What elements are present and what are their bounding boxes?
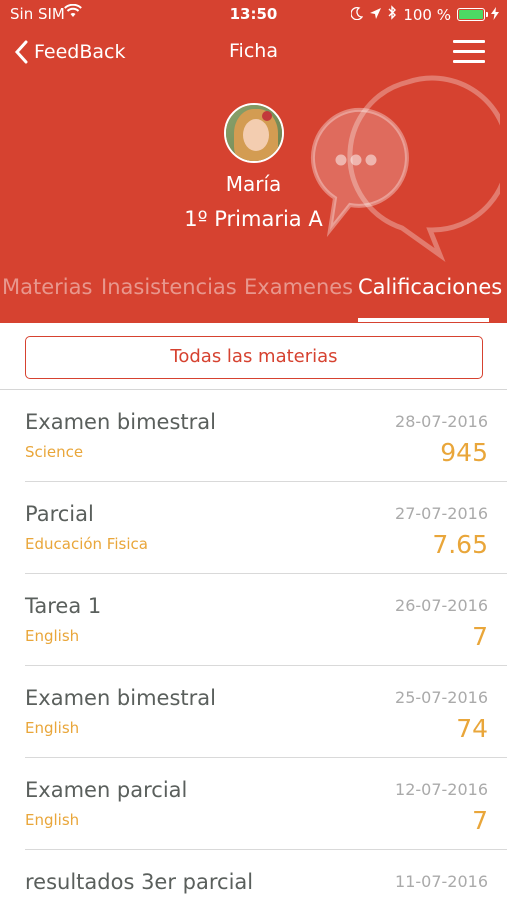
status-right-group: 100 % bbox=[350, 5, 499, 24]
grade-date: 11-07-2016 bbox=[395, 872, 488, 891]
grade-value: 7 bbox=[472, 806, 488, 835]
student-class: 1º Primaria A bbox=[184, 207, 323, 231]
avatar bbox=[224, 103, 284, 163]
grade-row[interactable]: Parcial Educación Fisica 27-07-2016 7.65 bbox=[25, 482, 507, 574]
grade-subject: English bbox=[25, 627, 80, 645]
hamburger-menu-icon[interactable] bbox=[453, 40, 485, 64]
tab-inasistencias[interactable]: Inasistencias bbox=[101, 275, 237, 299]
active-tab-indicator bbox=[358, 318, 489, 322]
chevron-left-icon bbox=[14, 40, 28, 64]
moon-icon bbox=[350, 6, 364, 24]
grade-title: Examen bimestral bbox=[25, 410, 216, 434]
back-button[interactable]: FeedBack bbox=[14, 36, 125, 68]
back-label: FeedBack bbox=[34, 41, 126, 63]
bluetooth-icon bbox=[388, 5, 397, 24]
grade-title: Examen bimestral bbox=[25, 686, 216, 710]
grades-list: Examen bimestral Science 28-07-2016 945 … bbox=[0, 390, 507, 900]
chat-bubbles-icon bbox=[311, 75, 500, 262]
grade-date: 27-07-2016 bbox=[395, 504, 488, 523]
grade-date: 28-07-2016 bbox=[395, 412, 488, 431]
tab-materias[interactable]: Materias bbox=[2, 275, 92, 299]
grade-value: 945 bbox=[440, 438, 488, 467]
grade-date: 26-07-2016 bbox=[395, 596, 488, 615]
tab-examenes[interactable]: Examenes bbox=[244, 275, 353, 299]
grade-value: 7.65 bbox=[432, 530, 488, 559]
grade-date: 25-07-2016 bbox=[395, 688, 488, 707]
grade-row[interactable]: resultados 3er parcial 11-07-2016 bbox=[25, 850, 507, 900]
grade-row[interactable]: Examen bimestral Science 28-07-2016 945 bbox=[25, 390, 507, 482]
status-bar: Sin SIM 13:50 100 % bbox=[0, 0, 507, 28]
grade-row[interactable]: Examen parcial English 12-07-2016 7 bbox=[25, 758, 507, 850]
grade-title: Parcial bbox=[25, 502, 94, 526]
tab-bar: Materias Inasistencias Examenes Califica… bbox=[0, 275, 507, 323]
grade-subject: English bbox=[25, 811, 80, 829]
charging-bolt-icon bbox=[491, 6, 499, 24]
grade-date: 12-07-2016 bbox=[395, 780, 488, 799]
battery-icon bbox=[457, 8, 488, 21]
location-arrow-icon bbox=[369, 6, 382, 24]
battery-percent: 100 % bbox=[403, 5, 451, 24]
grade-row[interactable]: Examen bimestral English 25-07-2016 74 bbox=[25, 666, 507, 758]
student-name: María bbox=[225, 172, 282, 196]
grade-title: Tarea 1 bbox=[25, 594, 102, 618]
tab-calificaciones[interactable]: Calificaciones bbox=[358, 275, 502, 299]
grade-value: 74 bbox=[456, 714, 488, 743]
grade-row[interactable]: Tarea 1 English 26-07-2016 7 bbox=[25, 574, 507, 666]
profile-header: Sin SIM 13:50 100 % FeedBack Ficha María… bbox=[0, 0, 507, 323]
grade-subject: Educación Fisica bbox=[25, 535, 148, 553]
subject-filter-button[interactable]: Todas las materias bbox=[25, 336, 483, 379]
grade-title: Examen parcial bbox=[25, 778, 188, 802]
grade-value: 7 bbox=[472, 622, 488, 651]
grade-title: resultados 3er parcial bbox=[25, 870, 254, 894]
grade-subject: Science bbox=[25, 443, 84, 461]
grade-subject: English bbox=[25, 719, 80, 737]
